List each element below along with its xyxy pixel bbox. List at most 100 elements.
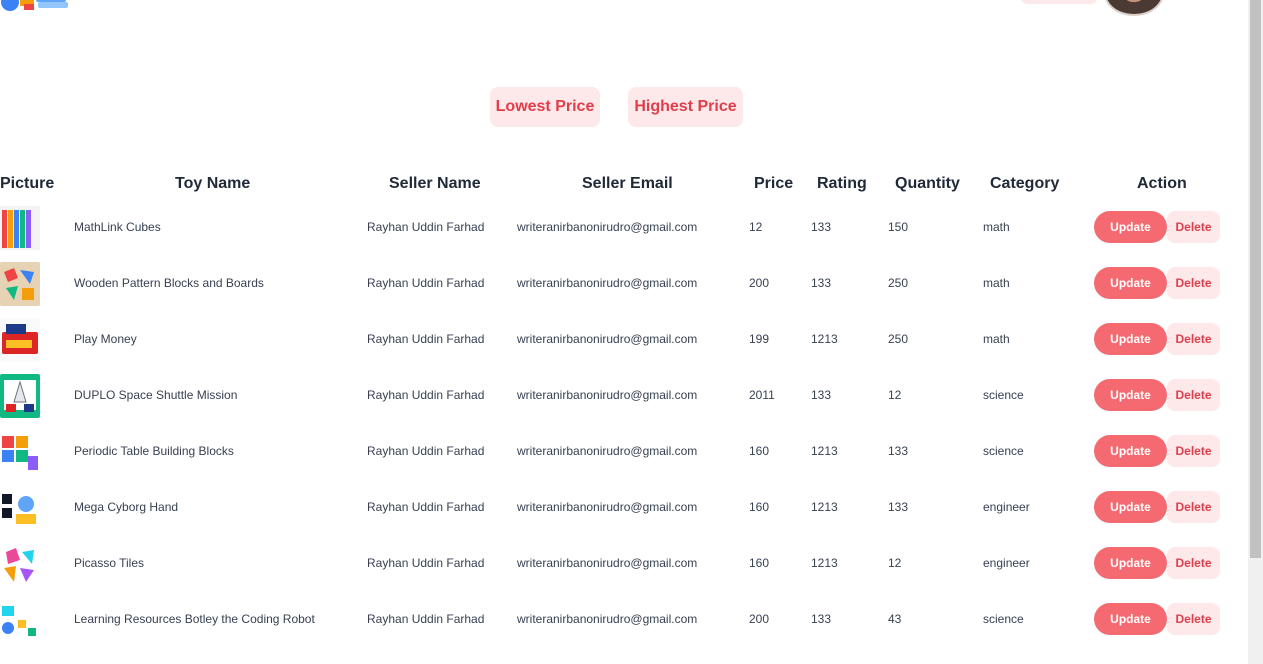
category: engineer	[983, 500, 1030, 514]
toy-name: DUPLO Space Shuttle Mission	[74, 388, 238, 402]
table-row: Play Money Rayhan Uddin Farhad writerani…	[0, 312, 1240, 368]
header-button[interactable]	[1020, 0, 1098, 4]
seller-name: Rayhan Uddin Farhad	[367, 276, 485, 290]
header-category: Category	[990, 175, 1060, 192]
toy-picture	[0, 542, 40, 586]
price: 199	[749, 332, 770, 346]
delete-button[interactable]: Delete	[1167, 547, 1220, 579]
header-quantity: Quantity	[895, 175, 960, 192]
update-button[interactable]: Update	[1094, 491, 1167, 523]
table-row: Wooden Pattern Blocks and Boards Rayhan …	[0, 256, 1240, 312]
delete-button[interactable]: Delete	[1167, 323, 1220, 355]
toy-name: Picasso Tiles	[74, 556, 145, 570]
price: 200	[749, 276, 770, 290]
category: science	[983, 388, 1024, 402]
header-action: Action	[1137, 175, 1187, 192]
category: math	[983, 220, 1010, 234]
update-button[interactable]: Update	[1094, 547, 1167, 579]
toy-picture	[0, 318, 40, 362]
seller-name: Rayhan Uddin Farhad	[367, 556, 485, 570]
price: 160	[749, 444, 770, 458]
category: math	[983, 332, 1010, 346]
rating: 1213	[811, 444, 838, 458]
toy-name: Mega Cyborg Hand	[74, 500, 179, 514]
quantity: 133	[888, 444, 909, 458]
header-rating: Rating	[817, 175, 867, 192]
category: science	[983, 444, 1024, 458]
toy-name: Periodic Table Building Blocks	[74, 444, 234, 458]
toy-picture	[0, 206, 40, 250]
update-button[interactable]: Update	[1094, 267, 1167, 299]
toy-name: MathLink Cubes	[74, 220, 161, 234]
update-button[interactable]: Update	[1094, 435, 1167, 467]
category: engineer	[983, 556, 1030, 570]
seller-email: writeranirbanonirudro@gmail.com	[517, 444, 698, 458]
table-row: MathLink Cubes Rayhan Uddin Farhad write…	[0, 200, 1240, 256]
update-button[interactable]: Update	[1094, 379, 1167, 411]
toy-picture	[0, 430, 40, 474]
quantity: 150	[888, 220, 909, 234]
header-seller-name: Seller Name	[389, 175, 481, 192]
user-avatar[interactable]	[1104, 0, 1164, 16]
delete-button[interactable]: Delete	[1167, 379, 1220, 411]
update-button[interactable]: Update	[1094, 603, 1167, 635]
toy-picture	[0, 374, 40, 418]
seller-email: writeranirbanonirudro@gmail.com	[517, 276, 698, 290]
quantity: 43	[888, 612, 902, 626]
quantity: 12	[888, 556, 902, 570]
delete-button[interactable]: Delete	[1167, 211, 1220, 243]
price: 2011	[749, 388, 775, 402]
table-row: Mega Cyborg Hand Rayhan Uddin Farhad wri…	[0, 480, 1240, 536]
toy-name: Play Money	[74, 332, 137, 346]
quantity: 250	[888, 332, 909, 346]
delete-button[interactable]: Delete	[1167, 603, 1220, 635]
toy-name: Learning Resources Botley the Coding Rob…	[74, 612, 315, 626]
seller-name: Rayhan Uddin Farhad	[367, 444, 485, 458]
delete-button[interactable]: Delete	[1167, 435, 1220, 467]
seller-name: Rayhan Uddin Farhad	[367, 500, 485, 514]
toy-name: Wooden Pattern Blocks and Boards	[74, 276, 264, 290]
table-row: DUPLO Space Shuttle Mission Rayhan Uddin…	[0, 368, 1240, 424]
seller-name: Rayhan Uddin Farhad	[367, 220, 485, 234]
rating: 133	[811, 220, 832, 234]
price: 160	[749, 500, 770, 514]
seller-email: writeranirbanonirudro@gmail.com	[517, 332, 698, 346]
rating: 133	[811, 612, 832, 626]
seller-email: writeranirbanonirudro@gmail.com	[517, 612, 698, 626]
seller-email: writeranirbanonirudro@gmail.com	[517, 556, 698, 570]
toy-picture	[0, 486, 40, 530]
delete-button[interactable]: Delete	[1167, 267, 1220, 299]
site-logo-icon[interactable]	[0, 0, 72, 18]
vertical-scrollbar[interactable]	[1248, 0, 1263, 664]
category: science	[983, 612, 1024, 626]
rating: 133	[811, 388, 832, 402]
rating: 133	[811, 276, 832, 290]
quantity: 133	[888, 500, 909, 514]
header-seller-email: Seller Email	[582, 175, 673, 192]
seller-email: writeranirbanonirudro@gmail.com	[517, 388, 698, 402]
toy-picture	[0, 262, 40, 306]
lowest-price-button[interactable]: Lowest Price	[490, 87, 600, 127]
highest-price-button[interactable]: Highest Price	[628, 87, 743, 127]
header-toy-name: Toy Name	[175, 175, 251, 192]
category: math	[983, 276, 1010, 290]
price: 160	[749, 556, 770, 570]
rating: 1213	[811, 556, 838, 570]
seller-name: Rayhan Uddin Farhad	[367, 388, 485, 402]
rating: 1213	[811, 500, 838, 514]
table-row: Learning Resources Botley the Coding Rob…	[0, 592, 1240, 648]
seller-email: writeranirbanonirudro@gmail.com	[517, 500, 698, 514]
seller-email: writeranirbanonirudro@gmail.com	[517, 220, 698, 234]
quantity: 250	[888, 276, 909, 290]
table-row: Picasso Tiles Rayhan Uddin Farhad writer…	[0, 536, 1240, 592]
seller-name: Rayhan Uddin Farhad	[367, 332, 485, 346]
seller-name: Rayhan Uddin Farhad	[367, 612, 485, 626]
toy-picture	[0, 598, 40, 642]
delete-button[interactable]: Delete	[1167, 491, 1220, 523]
update-button[interactable]: Update	[1094, 323, 1167, 355]
header-price: Price	[754, 175, 794, 192]
rating: 1213	[811, 332, 838, 346]
scrollbar-thumb[interactable]	[1250, 0, 1261, 558]
table-row: Periodic Table Building Blocks Rayhan Ud…	[0, 424, 1240, 480]
update-button[interactable]: Update	[1094, 211, 1167, 243]
